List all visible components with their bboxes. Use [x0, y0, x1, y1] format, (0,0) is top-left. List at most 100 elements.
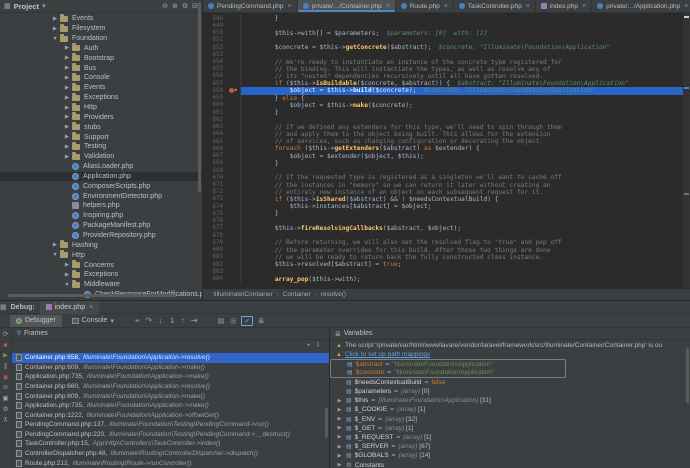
collapse-all-icon[interactable]: ⊖	[162, 2, 168, 10]
editor-tab-private-container-php[interactable]: private/…/Container.php×	[298, 0, 396, 12]
line-number[interactable]: 664	[203, 131, 227, 137]
gutter[interactable]	[227, 239, 241, 246]
gutter[interactable]	[227, 196, 241, 203]
frame-row[interactable]: Application.php:735, Illuminate\Foundati…	[12, 401, 329, 411]
code-line-649[interactable]: 649	[203, 22, 690, 29]
tree-vertical-scrollbar[interactable]	[198, 2, 201, 192]
line-number[interactable]: 669	[203, 168, 227, 174]
code-line-666[interactable]: 666 foreach ($this->getExtenders($abstra…	[203, 145, 690, 152]
editor-scroll-stripe[interactable]	[683, 13, 690, 288]
close-icon[interactable]: ×	[582, 3, 586, 10]
code-line-655[interactable]: 655 // the binding. This will instantiat…	[203, 66, 690, 73]
line-number[interactable]: 654	[203, 59, 227, 65]
line-number[interactable]: 683	[203, 269, 227, 275]
code-line-679[interactable]: 679 // Before returning, we will also se…	[203, 239, 690, 246]
tree-item-application-php[interactable]: Application.php	[0, 172, 202, 182]
frame-row[interactable]: Application.php:735, Illuminate\Foundati…	[12, 372, 329, 382]
gutter[interactable]	[227, 73, 241, 80]
breadcrumb-item[interactable]: resolve()	[321, 291, 346, 298]
editor-tab-taskcontroller-php[interactable]: TaskController.php×	[454, 0, 536, 12]
tree-item-testing[interactable]: ▶Testing	[0, 142, 202, 152]
chevron-right-icon[interactable]: ▶	[50, 242, 60, 248]
chevron-right-icon[interactable]: ▶	[62, 272, 72, 278]
gutter[interactable]	[227, 254, 241, 261]
variable-row-globals[interactable]: ▶▤$GLOBALS=(array) [14]	[330, 451, 690, 460]
tree-item-filesystem[interactable]: ▶Filesystem	[0, 24, 202, 34]
code-line-658[interactable]: 658➤ $object = $this->build($concrete); …	[203, 87, 690, 94]
force-step-into-icon[interactable]: ↴	[165, 316, 178, 325]
close-icon[interactable]: ×	[386, 3, 390, 10]
tree-item-bus[interactable]: ▶Bus	[0, 63, 202, 73]
gutter[interactable]	[227, 189, 241, 196]
variable-row-concrete[interactable]: ▤$concrete="Illuminate\Foundation\Applic…	[330, 369, 566, 378]
gutter[interactable]	[227, 174, 241, 181]
frame-row[interactable]: PendingCommand.php:220, Illuminate\Found…	[12, 430, 329, 440]
variables-scrollbar[interactable]	[686, 348, 689, 403]
chevron-right-icon[interactable]: ▶	[62, 134, 72, 140]
gutter[interactable]	[227, 66, 241, 73]
frame-row[interactable]: Route.php:212, Illuminate\Routing\Route-…	[12, 458, 329, 468]
line-number[interactable]: 674	[203, 204, 227, 210]
code-line-671[interactable]: 671 // the instances in "memory" so we c…	[203, 181, 690, 188]
expand-icon[interactable]: ▶	[336, 416, 343, 422]
expand-icon[interactable]: ▶	[336, 407, 343, 413]
tree-item-auth[interactable]: ▶Auth	[0, 44, 202, 54]
line-number[interactable]: 670	[203, 175, 227, 181]
gutter[interactable]	[227, 95, 241, 102]
frame-row[interactable]: PendingCommand.php:137, Illuminate\Found…	[12, 420, 329, 430]
code-line-650[interactable]: 650 $this->with[] = $parameters; $parame…	[203, 29, 690, 36]
chevron-right-icon[interactable]: ▶	[62, 55, 72, 61]
chevron-right-icon[interactable]: ▶	[62, 95, 72, 101]
settings-gear-icon[interactable]: ⚙	[182, 2, 188, 10]
variable-row-request[interactable]: ▶▤$_REQUEST=(array) [1]	[330, 433, 690, 442]
editor-tab-route-php[interactable]: Route.php×	[396, 0, 454, 12]
line-number[interactable]: 671	[203, 182, 227, 188]
tree-item-middleware[interactable]: ▼Middleware	[0, 280, 202, 290]
expand-icon[interactable]: ▶	[336, 398, 343, 404]
gutter[interactable]	[227, 109, 241, 116]
code-line-674[interactable]: 674 $this->instances[$abstract] = $objec…	[203, 203, 690, 210]
breadcrumb-item[interactable]: \Illuminate\Container	[213, 291, 273, 298]
chevron-right-icon[interactable]: ▶	[62, 45, 72, 51]
code-line-651[interactable]: 651	[203, 37, 690, 44]
resume-icon[interactable]: ▶	[3, 353, 8, 360]
variable-row-needscontextualbuild[interactable]: ▤$needsContextualBuild=false	[330, 378, 690, 387]
line-number[interactable]: 653	[203, 52, 227, 58]
gutter[interactable]	[227, 225, 241, 232]
tab-console[interactable]: Console ▾	[66, 315, 120, 327]
code-line-664[interactable]: 664 // and apply them to the object bein…	[203, 131, 690, 138]
variable-row-env[interactable]: ▶▤$_ENV=(array) [32]	[330, 415, 690, 424]
mute-breakpoints-icon[interactable]: ⊘	[3, 385, 8, 392]
line-number[interactable]: 655	[203, 66, 227, 72]
line-number[interactable]: 652	[203, 45, 227, 51]
code-line-654[interactable]: 654 // We're ready to instantiate an ins…	[203, 58, 690, 65]
tree-item-support[interactable]: ▶Support	[0, 132, 202, 142]
tree-item-events[interactable]: ▶Events	[0, 83, 202, 93]
line-number[interactable]: 676	[203, 218, 227, 224]
chevron-down-icon[interactable]: ▼	[62, 282, 72, 288]
gutter[interactable]	[227, 102, 241, 109]
chevron-right-icon[interactable]: ▶	[62, 124, 72, 130]
tree-item-exceptions[interactable]: ▶Exceptions	[0, 93, 202, 103]
tree-item-packagemanifest-php[interactable]: PackageManifest.php	[0, 221, 202, 231]
tree-item-http[interactable]: ▼Http	[0, 250, 202, 260]
gutter[interactable]	[227, 261, 241, 268]
path-mapping-link-row[interactable]: ▲Click to set up path mappings	[330, 350, 690, 359]
gutter[interactable]	[227, 80, 241, 87]
line-number[interactable]: 675	[203, 211, 227, 217]
code-line-660[interactable]: 660 $object = $this->make($concrete);	[203, 102, 690, 109]
chevron-right-icon[interactable]: ▶	[62, 105, 72, 111]
run-to-cursor-icon[interactable]: ⇥	[188, 316, 201, 325]
frame-row[interactable]: Container.php:658, Illuminate\Foundation…	[12, 353, 329, 363]
debug-session-tab[interactable]: index.php ×	[40, 301, 99, 314]
line-number[interactable]: 667	[203, 153, 227, 159]
chevron-right-icon[interactable]: ▶	[62, 262, 72, 268]
chevron-down-icon[interactable]: ▼	[50, 252, 60, 258]
settings-icon[interactable]: ⚙	[3, 407, 9, 414]
frame-row[interactable]: Container.php:1222, Illuminate\Foundatio…	[12, 410, 329, 420]
scroll-from-source-icon[interactable]: ⊕	[172, 2, 178, 10]
show-execution-point-icon[interactable]: ⌖	[132, 316, 143, 326]
tree-item-foundation[interactable]: ▼Foundation	[0, 34, 202, 44]
tree-item-stubs[interactable]: ▶stubs	[0, 122, 202, 132]
export-frames-icon[interactable]: ⇩	[316, 343, 321, 350]
